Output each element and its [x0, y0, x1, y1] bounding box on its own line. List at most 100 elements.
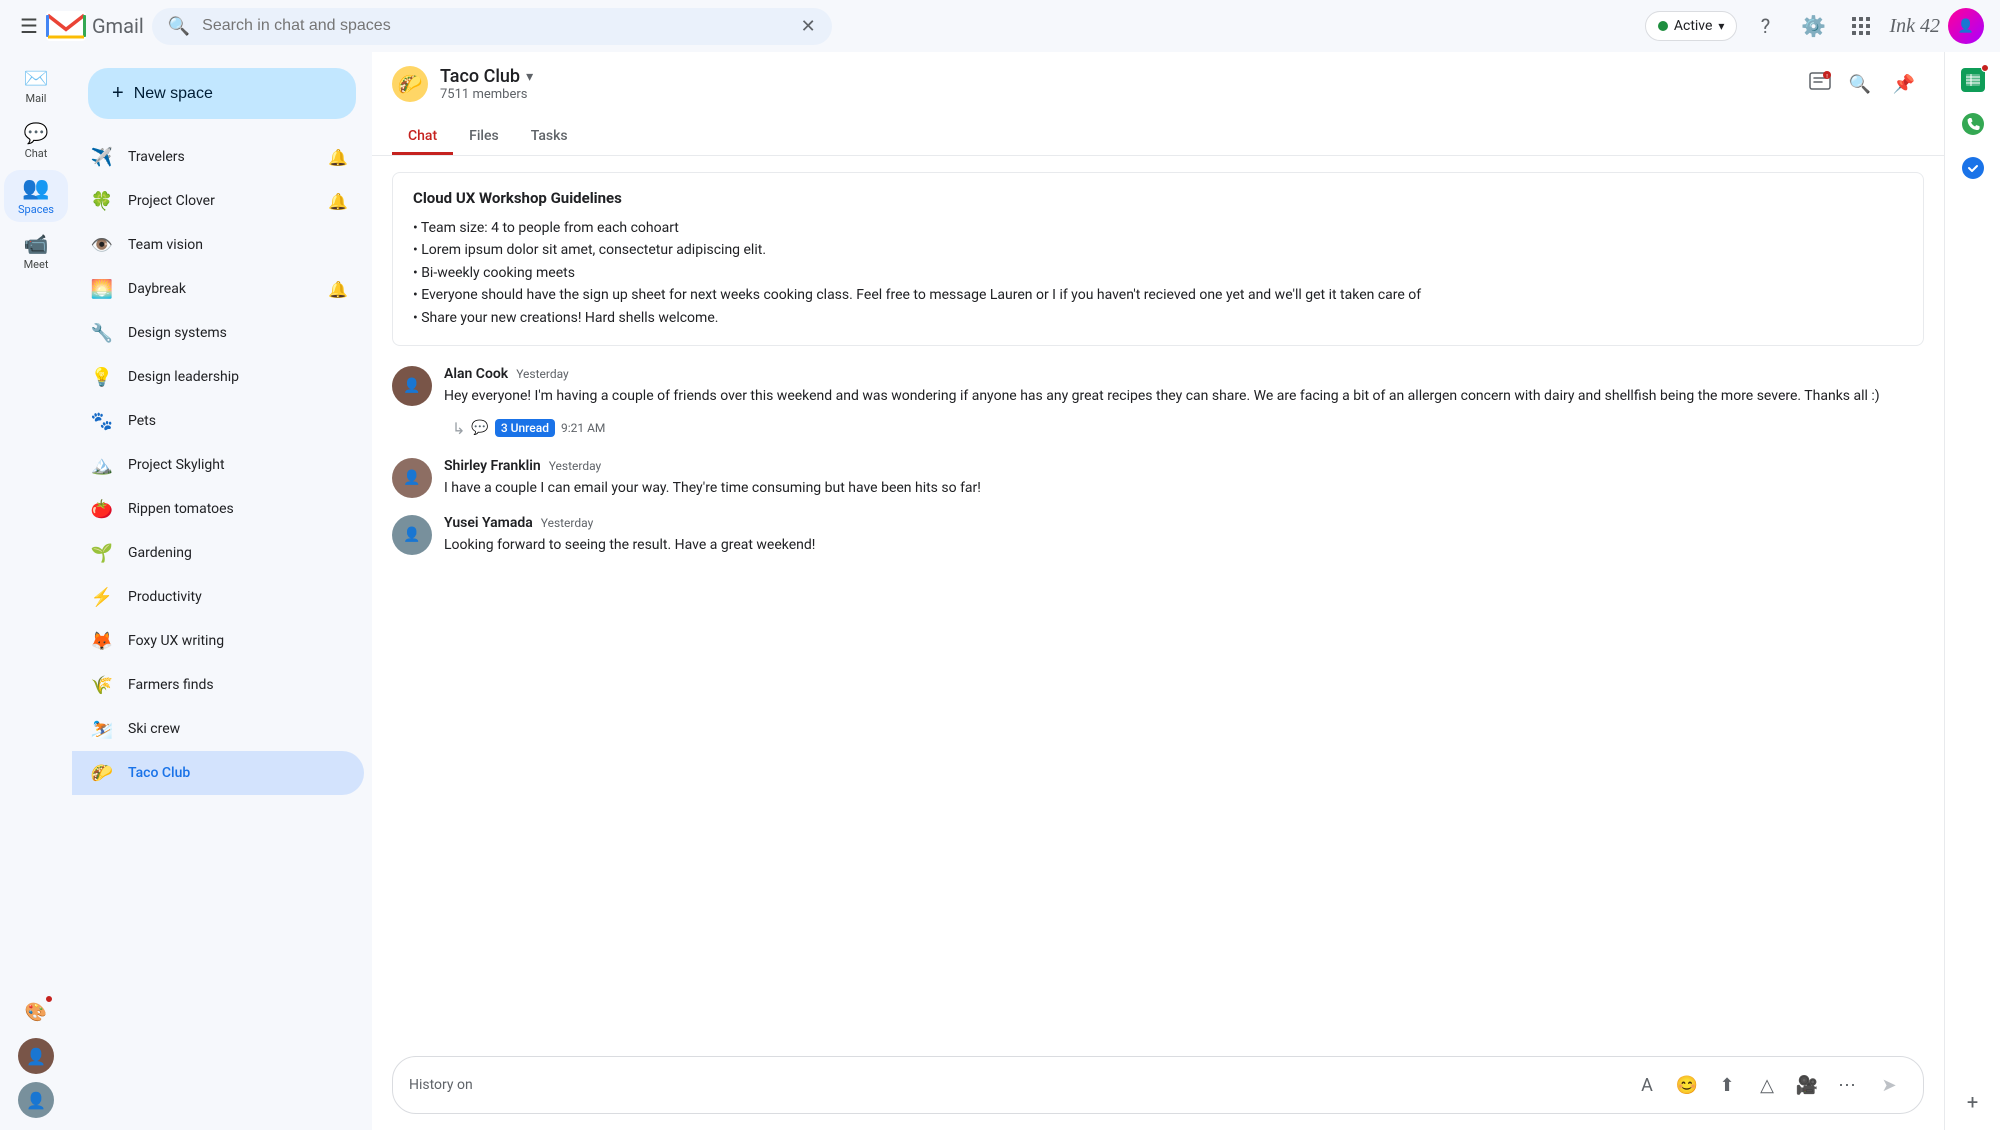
status-badge[interactable]: Active ▾ [1645, 11, 1738, 41]
message-input-area: History on A 😊 ⬆ △ 🎥 ⋯ ➤ [372, 1044, 1944, 1130]
message-author: Yusei Yamada [444, 515, 533, 531]
more-options-btn[interactable]: ⋯ [1831, 1069, 1863, 1101]
thread-indicator[interactable]: ↳ 💬 3 Unread 9:21 AM [444, 415, 1924, 442]
avatar-2[interactable]: 👤 [18, 1038, 54, 1074]
sidebar-item-farmers-finds[interactable]: 🌾 Farmers finds [72, 663, 364, 707]
message-group: 👤 Alan Cook Yesterday Hey everyone! I'm … [392, 366, 1924, 442]
help-button[interactable]: ? [1745, 6, 1785, 46]
notification-bell-icon: 🔔 [328, 192, 348, 211]
item-name: Taco Club [128, 765, 348, 781]
rail-item-spaces[interactable]: 👥 Spaces [4, 170, 68, 222]
chat-header-icons: ! 🔍 📌 [1804, 64, 1924, 104]
tab-chat[interactable]: Chat [392, 120, 453, 155]
app-sheets-btn[interactable] [1953, 60, 1993, 100]
sidebar-item-team-vision[interactable]: 👁️ Team vision [72, 223, 364, 267]
new-space-button[interactable]: + New space [88, 68, 356, 119]
rail-item-mail[interactable]: ✉️ Mail [4, 60, 68, 111]
apps-grid-button[interactable] [1841, 6, 1881, 46]
sidebar-item-daybreak[interactable]: 🌅 Daybreak 🔔 [72, 267, 364, 311]
input-placeholder: History on [409, 1077, 1623, 1093]
video-btn[interactable]: 🎥 [1791, 1069, 1823, 1101]
message-time: Yesterday [516, 367, 569, 381]
spaces-list: ✈️ Travelers 🔔 🍀 Project Clover 🔔 👁️ Tea… [72, 135, 372, 795]
emoji-btn[interactable]: 😊 [1671, 1069, 1703, 1101]
message-body: Shirley Franklin Yesterday I have a coup… [444, 458, 1924, 499]
message-header: Yusei Yamada Yesterday [444, 515, 1924, 531]
sidebar-item-travelers[interactable]: ✈️ Travelers 🔔 [72, 135, 364, 179]
app-tasks-btn[interactable] [1953, 148, 1993, 188]
ink-label: Ink 42 [1889, 15, 1940, 38]
upload-btn[interactable]: ⬆ [1711, 1069, 1743, 1101]
header-pin-btn[interactable]: 📌 [1884, 64, 1924, 104]
thread-icon: 💬 [471, 420, 488, 436]
search-input[interactable] [202, 17, 788, 35]
search-bar[interactable]: 🔍 ✕ [152, 8, 832, 45]
sidebar-item-design-systems[interactable]: 🔧 Design systems [72, 311, 364, 355]
message-header: Alan Cook Yesterday [444, 366, 1924, 382]
message-time: Yesterday [541, 516, 594, 530]
header-chat-icon-btn[interactable]: ! [1804, 66, 1836, 102]
messages-area: Cloud UX Workshop Guidelines • Team size… [372, 156, 1944, 1044]
item-emoji: 👁️ [88, 231, 116, 259]
active-status-dot [1658, 21, 1668, 31]
chat-area: 🌮 Taco Club ▾ 7511 members ! [372, 52, 1944, 1130]
sidebar-item-pets[interactable]: 🐾 Pets [72, 399, 364, 443]
message-input-box[interactable]: History on A 😊 ⬆ △ 🎥 ⋯ ➤ [392, 1056, 1924, 1114]
pinned-title: Cloud UX Workshop Guidelines [413, 189, 1903, 207]
item-name: Travelers [128, 149, 316, 165]
right-apps-sidebar: + [1944, 52, 2000, 1130]
gmail-text: Gmail [92, 14, 144, 38]
new-space-plus-icon: + [112, 82, 124, 105]
rail-item-meet[interactable]: 📹 Meet [4, 226, 68, 277]
space-name-chevron[interactable]: ▾ [526, 69, 533, 85]
sidebar: + New space ✈️ Travelers 🔔 🍀 Project Clo… [72, 52, 372, 1130]
item-emoji: 🦊 [88, 627, 116, 655]
drive-btn[interactable]: △ [1751, 1069, 1783, 1101]
item-emoji: ⚡ [88, 583, 116, 611]
item-emoji: 🌾 [88, 671, 116, 699]
topbar-right: Active ▾ ? ⚙️ Ink 42 👤 [1645, 6, 1984, 46]
item-emoji: ⛷️ [88, 715, 116, 743]
sidebar-item-foxy-ux-writing[interactable]: 🦊 Foxy UX writing [72, 619, 364, 663]
sidebar-item-project-skylight[interactable]: 🏔️ Project Skylight [72, 443, 364, 487]
tab-tasks[interactable]: Tasks [515, 120, 584, 155]
logo-area: ☰ Gmail [16, 10, 144, 42]
rail-label-meet: Meet [24, 258, 49, 271]
unread-badge: 3 Unread [495, 419, 555, 437]
user-avatar[interactable]: 👤 [1948, 8, 1984, 44]
avatar-1[interactable]: 🎨 [18, 994, 54, 1030]
add-apps-btn[interactable]: + [1953, 1082, 1993, 1122]
send-button[interactable]: ➤ [1871, 1067, 1907, 1103]
message-time: Yesterday [549, 459, 602, 473]
avatar-3[interactable]: 👤 [18, 1082, 54, 1118]
sidebar-item-design-leadership[interactable]: 💡 Design leadership [72, 355, 364, 399]
status-label: Active [1674, 18, 1713, 34]
message-author: Alan Cook [444, 366, 508, 382]
message-avatar: 👤 [392, 366, 432, 406]
item-emoji: 🍅 [88, 495, 116, 523]
sidebar-item-rippen-tomatoes[interactable]: 🍅 Rippen tomatoes [72, 487, 364, 531]
sidebar-item-ski-crew[interactable]: ⛷️ Ski crew [72, 707, 364, 751]
tab-files[interactable]: Files [453, 120, 515, 155]
rail-item-chat[interactable]: 💬 Chat [4, 115, 68, 166]
hamburger-icon[interactable]: ☰ [16, 10, 42, 42]
notification-bell-icon: 🔔 [328, 148, 348, 167]
message-avatar: 👤 [392, 515, 432, 555]
app-phone-btn[interactable] [1953, 104, 1993, 144]
sidebar-item-taco-club[interactable]: 🌮 Taco Club [72, 751, 364, 795]
message-body: Yusei Yamada Yesterday Looking forward t… [444, 515, 1924, 556]
sidebar-item-project-clover[interactable]: 🍀 Project Clover 🔔 [72, 179, 364, 223]
clear-icon[interactable]: ✕ [801, 16, 816, 37]
settings-button[interactable]: ⚙️ [1793, 6, 1833, 46]
message-text: Looking forward to seeing the result. Ha… [444, 535, 1924, 556]
item-name: Design leadership [128, 369, 348, 385]
pinned-bullet: • Lorem ipsum dolor sit amet, consectetu… [413, 239, 1903, 261]
item-emoji: 🌱 [88, 539, 116, 567]
item-emoji: 💡 [88, 363, 116, 391]
header-search-btn[interactable]: 🔍 [1840, 64, 1880, 104]
format-text-btn[interactable]: A [1631, 1069, 1663, 1101]
item-emoji: ✈️ [88, 143, 116, 171]
sidebar-item-gardening[interactable]: 🌱 Gardening [72, 531, 364, 575]
sidebar-item-productivity[interactable]: ⚡ Productivity [72, 575, 364, 619]
space-members: 7511 members [440, 87, 1792, 102]
